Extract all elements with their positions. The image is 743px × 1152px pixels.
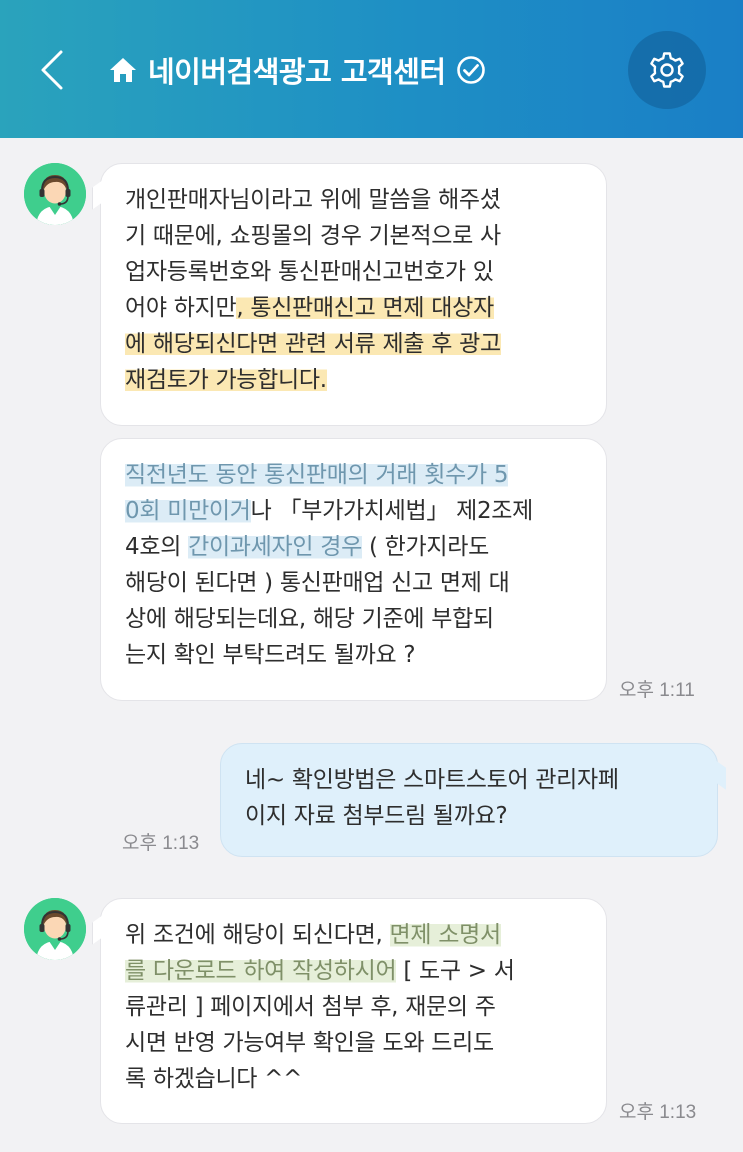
highlighted-text: 재검토가 가능합니다.	[125, 367, 327, 393]
message-text-segment: ( 한가지라도	[361, 534, 489, 560]
agent-avatar	[24, 163, 86, 225]
message-line: 어야 하지만, 통신판매신고 면제 대상자	[125, 290, 582, 326]
message-text-segment: 어야 하지만	[125, 295, 237, 321]
message-line: 시면 반영 가능여부 확인을 도와 드리도	[125, 1025, 582, 1061]
message-line: 4호의 간이과세자인 경우 ( 한가지라도	[125, 529, 582, 565]
chat-header: 네이버검색광고 고객센터	[0, 0, 743, 138]
message-text-segment: 이지 자료 첨부드림 될까요?	[245, 803, 508, 829]
message-text-segment: 해당이 된다면 ) 통신판매업 신고 면제 대	[125, 570, 510, 596]
message-text-segment: 는지 확인 부탁드려도 될까요 ?	[125, 642, 416, 668]
message-line: 재검토가 가능합니다.	[125, 362, 582, 398]
highlighted-text: 0회 미만이거	[125, 498, 251, 524]
message-bubble-agent-2: 직전년도 동안 통신판매의 거래 횟수가 5 0회 미만이거나 「부가가치세법」 …	[100, 438, 607, 701]
message-bubble-mine: 네~ 확인방법은 스마트스토어 관리자페이지 자료 첨부드림 될까요?	[220, 743, 726, 857]
bubble-tail	[92, 907, 114, 945]
message-text-segment: 업자등록번호와 통신판매신고번호가 있	[125, 259, 494, 285]
message-line: 네~ 확인방법은 스마트스토어 관리자페	[245, 762, 693, 798]
message-line: 기 때문에, 쇼핑몰의 경우 기본적으로 사	[125, 218, 582, 254]
gear-icon	[650, 52, 684, 88]
message-text: 위 조건에 해당이 되신다면, 면제 소명서 를 다운로드 하여 작성하시어 [ …	[125, 917, 582, 1097]
message-text: 직전년도 동안 통신판매의 거래 횟수가 5 0회 미만이거나 「부가가치세법」 …	[125, 457, 582, 673]
message-text-segment: 4호의	[125, 534, 189, 560]
agent-headset-avatar-icon	[24, 163, 86, 225]
message-bubble-agent-1: 개인판매자님이라고 위에 말씀을 해주셨기 때문에, 쇼핑몰의 경우 기본적으로…	[92, 163, 607, 426]
back-button[interactable]	[30, 40, 74, 100]
message-timestamp: 오후 1:13	[122, 833, 200, 854]
message-text: 네~ 확인방법은 스마트스토어 관리자페이지 자료 첨부드림 될까요?	[245, 762, 693, 834]
message-timestamp: 오후 1:11	[619, 680, 695, 701]
home-icon	[110, 58, 136, 82]
check-circle-icon	[456, 56, 485, 84]
message-text-segment: 시면 반영 가능여부 확인을 도와 드리도	[125, 1030, 494, 1056]
message-line: 이지 자료 첨부드림 될까요?	[245, 798, 693, 834]
agent-avatar	[24, 898, 86, 960]
message-text-segment: 나 「부가가치세법」 제2조제	[250, 498, 534, 524]
message-line: 0회 미만이거나 「부가가치세법」 제2조제	[125, 493, 582, 529]
bubble-tail	[92, 172, 114, 210]
agent-headset-avatar-icon	[24, 898, 86, 960]
highlighted-text: 간이과세자인 경우	[188, 534, 362, 560]
message-line: 류관리 ] 페이지에서 첨부 후, 재문의 주	[125, 989, 582, 1025]
message-line: 는지 확인 부탁드려도 될까요 ?	[125, 637, 582, 673]
message-text-segment: 네~ 확인방법은 스마트스토어 관리자페	[245, 767, 619, 793]
highlighted-text: 를 다운로드 하여 작성하시어	[125, 958, 397, 984]
message-line: 개인판매자님이라고 위에 말씀을 해주셨	[125, 182, 582, 218]
chat-title-group[interactable]: 네이버검색광고 고객센터	[108, 48, 486, 92]
message-line: 업자등록번호와 통신판매신고번호가 있	[125, 254, 582, 290]
message-line: 위 조건에 해당이 되신다면, 면제 소명서	[125, 917, 582, 953]
highlighted-text: 직전년도 동안 통신판매의 거래 횟수가 5	[125, 462, 509, 488]
message-line: 에 해당되신다면 관련 서류 제출 후 광고	[125, 326, 582, 362]
message-line: 를 다운로드 하여 작성하시어 [ 도구 > 서	[125, 953, 582, 989]
page-title: 네이버검색광고 고객센터	[148, 55, 446, 89]
chevron-left-icon	[41, 50, 63, 90]
message-line: 해당이 된다면 ) 통신판매업 신고 면제 대	[125, 565, 582, 601]
highlighted-text: 에 해당되신다면 관련 서류 제출 후 광고	[125, 331, 501, 357]
bubble-tail	[704, 752, 726, 790]
message-text-segment: 기 때문에, 쇼핑몰의 경우 기본적으로 사	[125, 223, 501, 249]
message-text-segment: 상에 해당되는데요, 해당 기준에 부합되	[125, 606, 494, 632]
message-text: 개인판매자님이라고 위에 말씀을 해주셨기 때문에, 쇼핑몰의 경우 기본적으로…	[125, 182, 582, 398]
message-line: 록 하겠습니다 ^^	[125, 1061, 582, 1097]
highlighted-text: 면제 소명서	[389, 922, 501, 948]
message-text-segment: 위 조건에 해당이 되신다면,	[125, 922, 390, 948]
message-bubble-agent-3: 위 조건에 해당이 되신다면, 면제 소명서 를 다운로드 하여 작성하시어 [ …	[92, 898, 607, 1124]
message-timestamp: 오후 1:13	[619, 1102, 697, 1123]
message-line: 상에 해당되는데요, 해당 기준에 부합되	[125, 601, 582, 637]
message-line: 직전년도 동안 통신판매의 거래 횟수가 5	[125, 457, 582, 493]
message-text-segment: 개인판매자님이라고 위에 말씀을 해주셨	[125, 187, 501, 213]
message-text-segment: 록 하겠습니다 ^^	[125, 1066, 303, 1092]
message-text-segment: 류관리 ] 페이지에서 첨부 후, 재문의 주	[125, 994, 496, 1020]
message-text-segment: [ 도구 > 서	[396, 958, 515, 984]
settings-button[interactable]	[628, 31, 706, 109]
highlighted-text: , 통신판매신고 면제 대상자	[236, 295, 494, 321]
